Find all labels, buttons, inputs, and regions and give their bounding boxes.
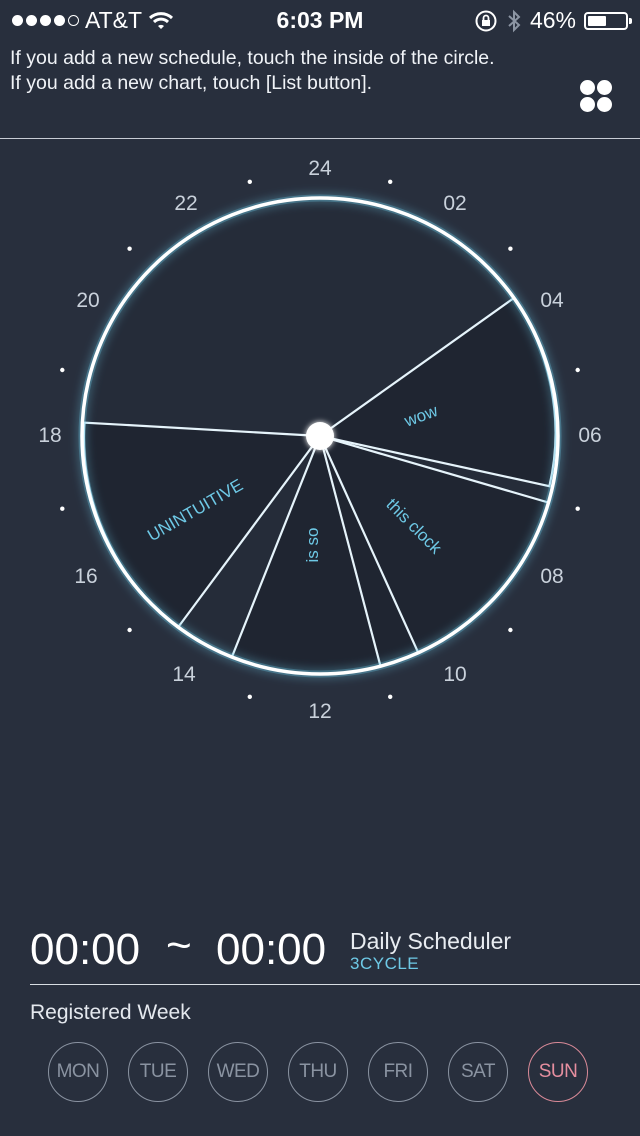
hour-label-10: 10 — [443, 663, 467, 686]
time-separator: ~ — [166, 921, 192, 970]
battery-percent: 46% — [529, 7, 576, 33]
instruction-text: If you add a new schedule, touch the ins… — [10, 46, 570, 96]
hour-label-06: 06 — [578, 424, 602, 447]
instruction-line-1: If you add a new schedule, touch the ins… — [10, 47, 495, 69]
day-button-thu[interactable]: THU — [288, 1042, 348, 1102]
hour-label-08: 08 — [540, 565, 564, 588]
status-bar: AT&T 6:03 PM 46% — [0, 0, 640, 40]
hour-label-20: 20 — [76, 289, 100, 312]
schedule-clock[interactable]: wow this clock is so UNINTUITIVE 24 02 0… — [0, 140, 640, 740]
app-name: Daily Scheduler — [350, 928, 512, 954]
hour-label-16: 16 — [74, 565, 98, 588]
hour-label-02: 02 — [443, 192, 467, 215]
hour-label-18: 18 — [38, 424, 62, 447]
registered-week-label: Registered Week — [30, 1001, 191, 1024]
time-divider — [30, 984, 640, 985]
day-button-mon[interactable]: MON — [48, 1042, 108, 1102]
grid-list-icon — [580, 80, 595, 95]
clock-face[interactable]: wow this clock is so UNINTUITIVE — [0, 140, 640, 740]
day-button-wed[interactable]: WED — [208, 1042, 268, 1102]
instruction-line-2: If you add a new chart, touch [List butt… — [10, 72, 373, 94]
day-button-sat[interactable]: SAT — [448, 1042, 508, 1102]
list-button[interactable] — [574, 74, 618, 118]
battery-icon — [584, 11, 632, 30]
end-time: 00:00 — [216, 925, 327, 974]
day-button-fri[interactable]: FRI — [368, 1042, 428, 1102]
weekday-selector: MON TUE WED THU FRI SAT SUN — [0, 1042, 640, 1106]
hour-label-12: 12 — [308, 700, 332, 723]
hour-label-14: 14 — [172, 663, 196, 686]
day-button-tue[interactable]: TUE — [128, 1042, 188, 1102]
clock-center-dot — [306, 422, 334, 450]
app-subtitle: 3CYCLE — [350, 954, 420, 973]
header-divider — [0, 138, 640, 139]
hour-label-22: 22 — [174, 192, 198, 215]
bluetooth-icon — [508, 9, 521, 32]
day-button-sun[interactable]: SUN — [528, 1042, 588, 1102]
rotation-lock-icon — [475, 10, 497, 31]
hour-label-04: 04 — [540, 289, 564, 312]
sector-label-is-so: is so — [303, 528, 322, 563]
hour-label-24: 24 — [308, 157, 332, 180]
status-bar-right: 46% — [474, 7, 632, 34]
start-time: 00:00 — [30, 925, 141, 974]
